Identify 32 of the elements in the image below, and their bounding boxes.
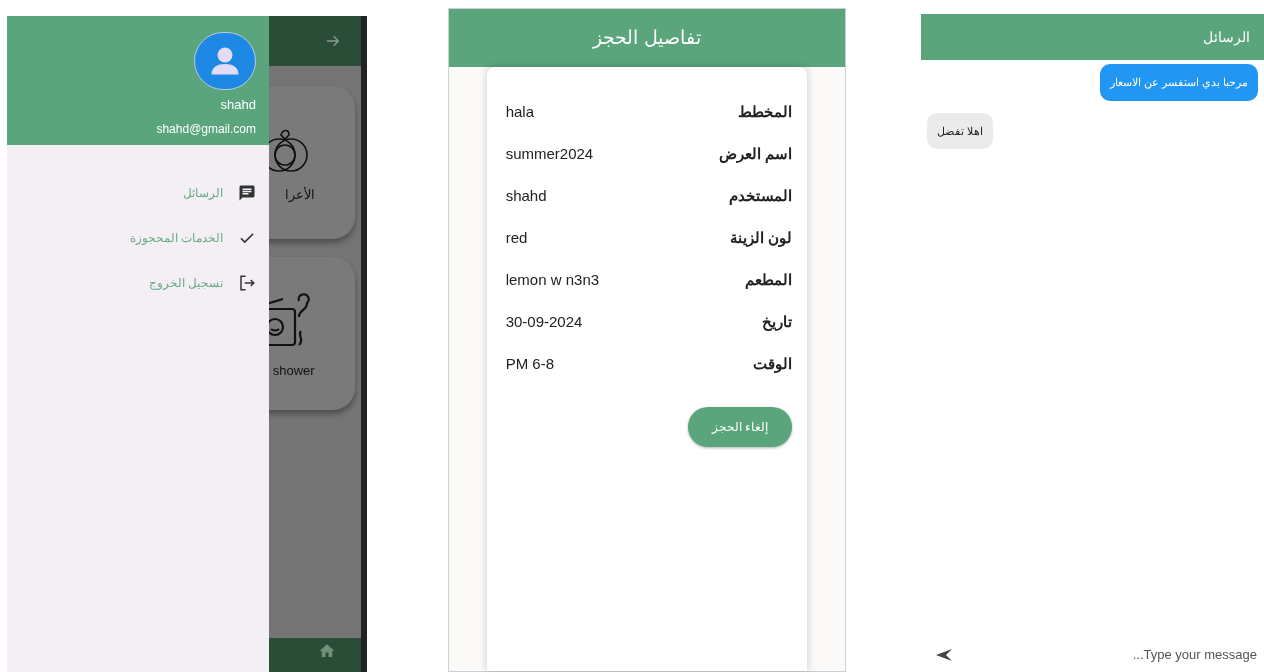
detail-label: المخطط (738, 101, 793, 122)
drawer-item[interactable]: الرسائل (7, 183, 256, 203)
detail-value: 30-09-2024 (504, 311, 583, 332)
detail-value: summer2024 (504, 143, 594, 164)
message-input[interactable]: ...Type your message (1057, 645, 1257, 665)
user-email: shahd@gmail.com (156, 120, 256, 138)
detail-label: اسم العرض (719, 143, 793, 165)
message-bubble: اهلا تفضل (927, 112, 994, 149)
detail-label: المطعم (745, 269, 793, 291)
page-title: الرسائل (1203, 27, 1250, 48)
detail-label: الوقت (753, 353, 793, 375)
page-title: تفاصيل الحجز (593, 25, 701, 51)
detail-value: hala (504, 101, 535, 122)
category-label: الأعرا (284, 185, 315, 204)
detail-value: shahd (504, 185, 547, 206)
detail-label: المستخدم (729, 185, 793, 207)
user-name: shahd (220, 96, 256, 114)
drawer-item[interactable]: تسجيل الخروج (7, 273, 256, 293)
cancel-booking-button[interactable]: إلغاء الحجز (688, 407, 793, 447)
category-label: shower (272, 361, 315, 380)
detail-value: red (504, 227, 528, 248)
send-icon[interactable] (935, 648, 954, 662)
home-icon[interactable] (317, 642, 336, 660)
message-icon (238, 184, 256, 202)
logout-icon (238, 274, 256, 292)
detail-label: تاريخ (762, 311, 793, 333)
arrow-right-icon[interactable] (324, 33, 341, 49)
detail-value: lemon w n3n3 (504, 269, 600, 290)
detail-value: PM 6-8 (504, 353, 555, 374)
drawer-item[interactable]: الخدمات المحجوزة (7, 228, 256, 248)
detail-label: لون الزينة (730, 227, 793, 249)
message-bubble: مرحبا بدي استفسر عن الاسعار (1099, 64, 1258, 101)
